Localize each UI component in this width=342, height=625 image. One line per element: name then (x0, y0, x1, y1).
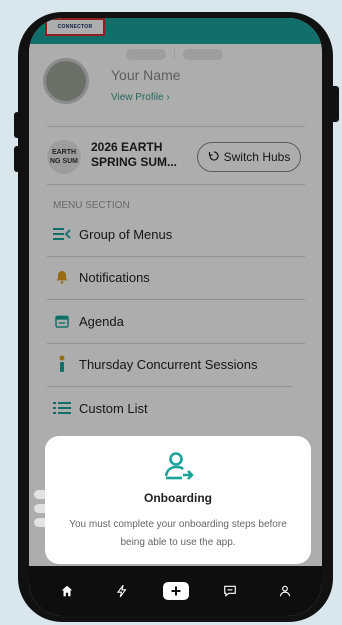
home-icon[interactable] (53, 577, 81, 605)
person-icon[interactable] (271, 577, 299, 605)
onboarding-sheet: Onboarding You must complete your onboar… (45, 436, 311, 564)
onboarding-title: Onboarding (144, 491, 212, 505)
bottom-nav (29, 566, 322, 616)
onboarding-message: You must complete your onboarding steps … (69, 519, 287, 548)
add-icon[interactable] (162, 582, 189, 600)
person-arrow-icon (164, 452, 194, 480)
app-screen: CONNECTOR Your Name View Profile › EARTH… (29, 18, 322, 616)
bolt-icon[interactable] (108, 577, 136, 605)
chat-icon[interactable] (216, 577, 244, 605)
